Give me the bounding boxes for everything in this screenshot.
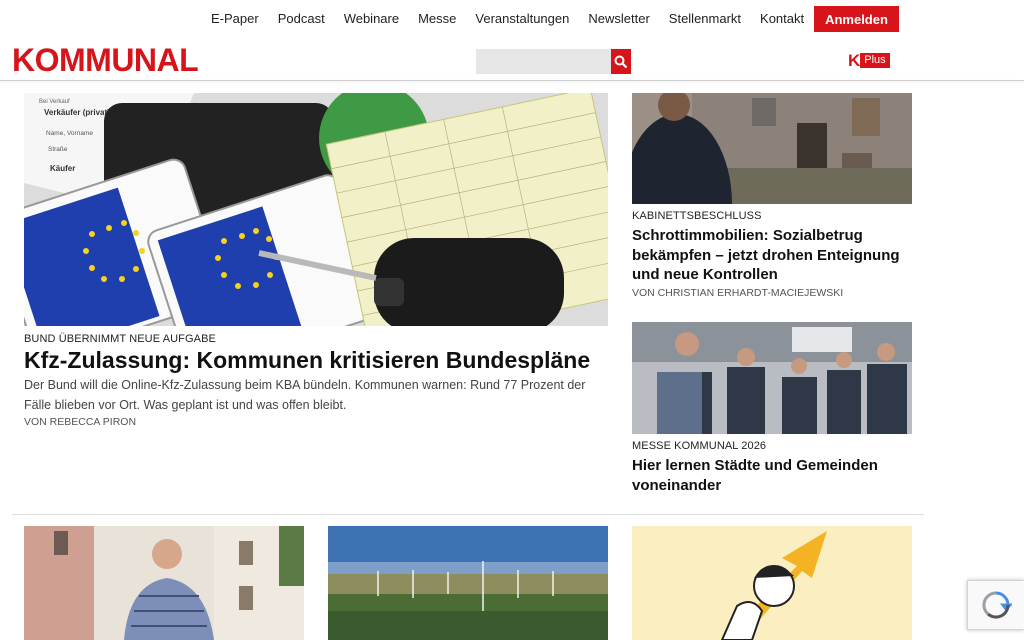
nav-link-messe[interactable]: Messe bbox=[418, 11, 456, 26]
lead-teaser: Der Bund will die Online-Kfz-Zulassung b… bbox=[24, 378, 586, 412]
side-article-1-byline: VON CHRISTIAN ERHARDT-MACIEJEWSKI bbox=[632, 287, 844, 299]
kplus-label: Plus bbox=[860, 53, 890, 68]
recaptcha-badge[interactable] bbox=[967, 580, 1024, 630]
bottom-article-3-image[interactable] bbox=[632, 526, 912, 640]
nav-link-webinare[interactable]: Webinare bbox=[344, 11, 399, 26]
nav-link-kontakt[interactable]: Kontakt bbox=[760, 11, 804, 26]
lead-article-image[interactable]: Bei Verkauf Verkäufer (privat) Name, Vor… bbox=[24, 93, 608, 326]
search-input[interactable] bbox=[476, 49, 631, 74]
search-button[interactable] bbox=[611, 49, 631, 74]
lead-byline: VON REBECCA PIRON bbox=[24, 416, 137, 428]
nav-link-podcast[interactable]: Podcast bbox=[278, 11, 325, 26]
kplus-logo[interactable]: K Plus bbox=[848, 52, 890, 69]
nav-link-epaper[interactable]: E-Paper bbox=[211, 11, 259, 26]
form-name-label: Name, Vorname bbox=[46, 130, 93, 137]
lead-kicker: BUND ÜBERNIMMT NEUE AUFGABE bbox=[24, 333, 216, 345]
bottom-article-1-image[interactable] bbox=[24, 526, 304, 640]
form-street-label: Straße bbox=[48, 146, 68, 153]
nav-link-stellenmarkt[interactable]: Stellenmarkt bbox=[669, 11, 741, 26]
lead-headline[interactable]: Kfz-Zulassung: Kommunen kritisieren Bund… bbox=[24, 347, 614, 374]
section-divider bbox=[12, 514, 924, 515]
header-divider bbox=[0, 80, 1024, 81]
top-navigation: E-Paper Podcast Webinare Messe Veranstal… bbox=[0, 0, 1024, 38]
side-article-2-kicker: MESSE KOMMUNAL 2026 bbox=[632, 440, 767, 452]
side-article-1-headline[interactable]: Schrottimmobilien: Sozialbetrug bekämpfe… bbox=[632, 226, 922, 285]
nav-link-newsletter[interactable]: Newsletter bbox=[588, 11, 649, 26]
search-icon bbox=[614, 55, 628, 68]
side-article-1-image[interactable] bbox=[632, 93, 912, 204]
kplus-k: K bbox=[848, 51, 861, 70]
top-nav-links: E-Paper Podcast Webinare Messe Veranstal… bbox=[211, 11, 823, 26]
form-buyer-label: Käufer bbox=[50, 164, 75, 173]
nav-link-veranstaltungen[interactable]: Veranstaltungen bbox=[475, 11, 569, 26]
site-logo[interactable]: KOMMUNAL bbox=[12, 44, 199, 76]
side-article-1-kicker: KABINETTSBESCHLUSS bbox=[632, 210, 762, 222]
recaptcha-icon bbox=[982, 591, 1012, 619]
form-seller-label: Verkäufer (privat) bbox=[44, 108, 110, 117]
svg-text:Bei Verkauf: Bei Verkauf bbox=[39, 99, 70, 105]
bottom-article-2-image[interactable] bbox=[328, 526, 608, 640]
login-button[interactable]: Anmelden bbox=[814, 6, 899, 32]
side-article-2-image[interactable] bbox=[632, 322, 912, 434]
side-article-2-headline[interactable]: Hier lernen Städte und Gemeinden voneina… bbox=[632, 456, 912, 495]
